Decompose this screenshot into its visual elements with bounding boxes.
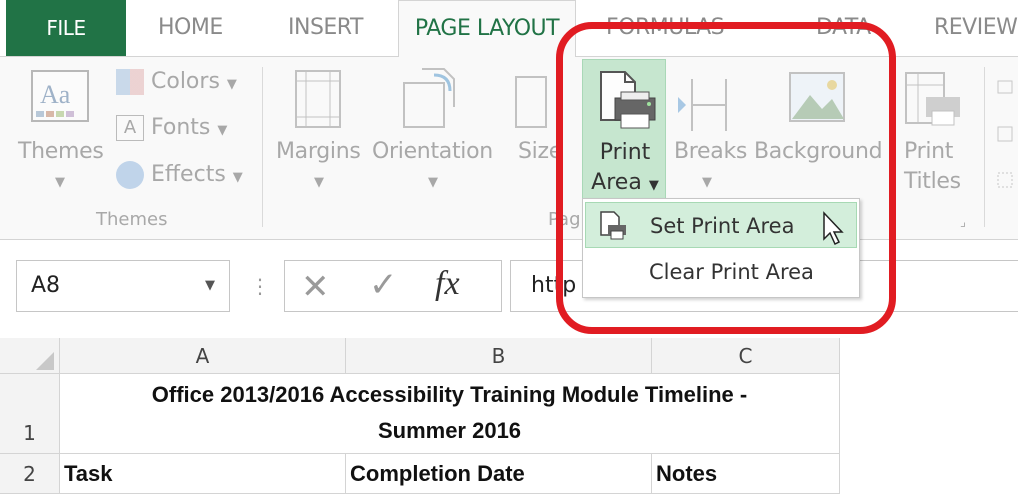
row-header-1[interactable]: 1	[0, 374, 60, 454]
themes-button-label[interactable]: Themes	[18, 139, 104, 164]
more-options-icon[interactable]: ⋮	[250, 274, 270, 298]
insert-function-icon[interactable]: fx	[435, 265, 460, 303]
print-area-label-line2: Area ▼	[591, 170, 659, 195]
group-separator	[984, 67, 985, 227]
group-separator	[262, 67, 263, 227]
column-header-a[interactable]: A	[60, 338, 346, 374]
fonts-button[interactable]: A Fonts ▼	[116, 115, 227, 141]
dialog-launcher-icon[interactable]: ⌟	[960, 215, 966, 230]
breaks-icon	[676, 77, 736, 137]
chevron-down-icon: ▼	[232, 170, 243, 185]
chevron-down-icon: ▼	[217, 123, 228, 138]
scale-options-icon	[994, 77, 1016, 201]
tab-data[interactable]: DATA	[816, 0, 871, 56]
cell-b2[interactable]: Completion Date	[346, 454, 652, 494]
clear-print-area-label: Clear Print Area	[649, 260, 814, 284]
column-header-c[interactable]: C	[652, 338, 840, 374]
chevron-down-icon: ▼	[226, 77, 237, 92]
ribbon-tab-bar: FILE HOME INSERT PAGE LAYOUT FORMULAS DA…	[0, 0, 1018, 57]
ribbon-body: Aa Themes ▼ Colors ▼ A Fonts ▼ Effects ▼…	[0, 56, 1018, 240]
tab-page-layout[interactable]: PAGE LAYOUT	[398, 0, 576, 57]
formula-buttons: ✕ ✓ fx	[284, 260, 502, 312]
print-titles-label-line1[interactable]: Print	[904, 139, 953, 164]
effects-button[interactable]: Effects ▼	[116, 161, 243, 189]
tab-file[interactable]: FILE	[6, 0, 126, 56]
themes-group-label: Themes	[96, 209, 168, 230]
spreadsheet-grid: A B C 1 Office 2013/2016 Accessibility T…	[0, 330, 1018, 494]
name-box[interactable]: A8 ▼	[16, 260, 230, 312]
fonts-icon: A	[116, 115, 144, 141]
page-setup-group-label: Pag	[548, 209, 581, 230]
merged-title-cell[interactable]: Office 2013/2016 Accessibility Training …	[60, 374, 840, 454]
title-line-2: Summer 2016	[377, 418, 522, 443]
orientation-icon	[400, 67, 460, 133]
print-area-button[interactable]: Print Area ▼	[582, 59, 666, 201]
select-all-triangle-icon	[36, 352, 54, 370]
set-print-area-label: Set Print Area	[650, 214, 795, 238]
formula-value: http	[531, 273, 577, 298]
print-area-label-line1: Print	[599, 140, 651, 165]
name-box-value: A8	[31, 273, 61, 298]
chevron-down-icon: ▼	[648, 178, 659, 193]
background-icon	[788, 71, 846, 129]
breaks-button[interactable]: Breaks	[674, 139, 747, 164]
effects-label: Effects	[151, 162, 226, 187]
cancel-icon[interactable]: ✕	[301, 267, 330, 307]
colors-icon	[116, 69, 144, 95]
menu-item-set-print-area[interactable]: Set Print Area	[585, 202, 857, 248]
svg-text:Aa: Aa	[40, 80, 71, 109]
chevron-down-icon: ▼	[314, 175, 324, 190]
fonts-label: Fonts	[151, 115, 211, 140]
chevron-down-icon: ▼	[428, 175, 438, 190]
row-header-2[interactable]: 2	[0, 454, 60, 494]
column-header-b[interactable]: B	[346, 338, 652, 374]
cell-a2[interactable]: Task	[60, 454, 346, 494]
print-titles-label-line2[interactable]: Titles	[904, 169, 961, 194]
print-area-menu: Set Print Area Clear Print Area	[582, 198, 860, 298]
tab-review[interactable]: REVIEW	[934, 0, 1018, 56]
margins-icon	[292, 69, 346, 135]
background-button[interactable]: Background	[754, 139, 883, 164]
themes-icon: Aa	[28, 69, 96, 131]
print-titles-icon	[904, 71, 964, 133]
colors-button[interactable]: Colors ▼	[116, 69, 237, 95]
chevron-down-icon: ▼	[702, 175, 712, 190]
chevron-down-icon: ▼	[55, 175, 65, 190]
menu-item-clear-print-area[interactable]: Clear Print Area	[585, 249, 857, 295]
tab-insert[interactable]: INSERT	[288, 0, 363, 56]
chevron-down-icon[interactable]: ▼	[205, 261, 215, 311]
orientation-button[interactable]: Orientation	[372, 139, 493, 164]
formula-bar: A8 ▼ ⋮ ✕ ✓ fx http	[0, 240, 1018, 340]
print-area-icon	[595, 70, 657, 136]
effects-icon	[116, 161, 144, 189]
colors-label: Colors	[151, 69, 220, 94]
tab-home[interactable]: HOME	[158, 0, 223, 56]
select-all-corner[interactable]	[0, 338, 60, 374]
size-button[interactable]: Size	[518, 139, 562, 164]
cell-c2[interactable]: Notes	[652, 454, 840, 494]
size-icon	[512, 69, 552, 135]
enter-check-icon[interactable]: ✓	[369, 265, 398, 305]
title-line-1: Office 2013/2016 Accessibility Training …	[151, 382, 748, 407]
margins-button[interactable]: Margins	[276, 139, 361, 164]
tab-formulas[interactable]: FORMULAS	[606, 0, 725, 56]
